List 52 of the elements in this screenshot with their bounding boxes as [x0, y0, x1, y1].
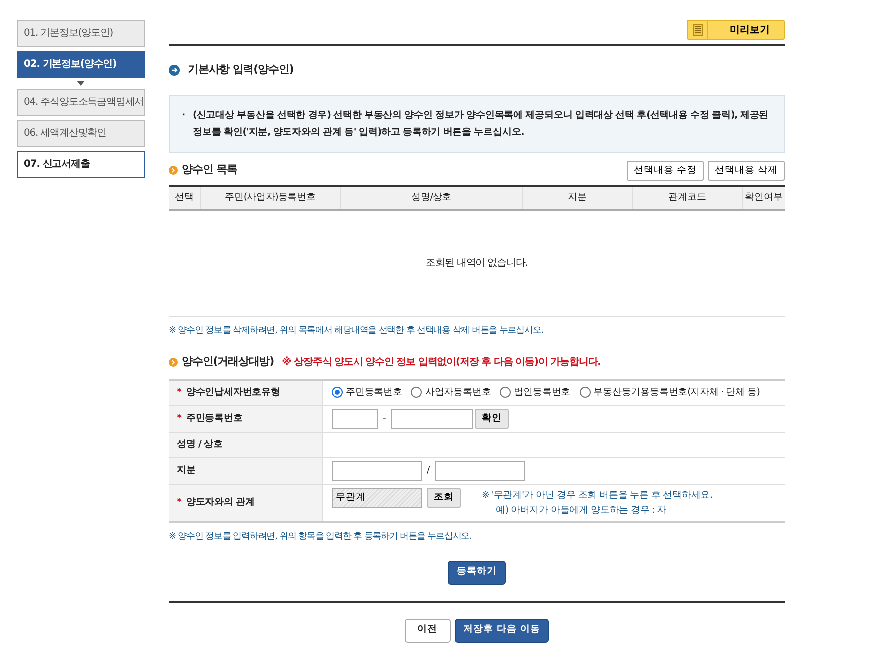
preview-button[interactable]: 미리보기 [687, 20, 785, 40]
field-label: 양도자와의 관계 [186, 496, 255, 510]
section-title: 양수인 목록 [182, 162, 238, 178]
field-label: 양수인납세자번호유형 [186, 386, 280, 400]
radio-option[interactable]: 법인등록번호 [500, 386, 571, 400]
required-mark: * [177, 412, 182, 426]
previous-button[interactable]: 이전 [404, 618, 451, 643]
column-header: 지분 [522, 186, 632, 209]
separator-text: / [427, 464, 430, 478]
step-item[interactable]: 07. 신고서제출 [17, 151, 145, 178]
column-header: 성명/상호 [340, 186, 522, 209]
required-mark: * [177, 386, 182, 400]
input-field[interactable] [332, 460, 422, 481]
step-item[interactable]: 02. 기본정보(양수인) [17, 51, 145, 78]
required-mark: * [177, 496, 182, 510]
chevron-circle-icon [169, 166, 178, 176]
column-header: 확인여부 [742, 186, 785, 209]
hint-text: 예) 아버지가 아들에게 양도하는 경우 : 자 [495, 504, 668, 518]
column-header: 주민(사업자)등록번호 [200, 186, 340, 209]
relation-field[interactable]: 무관계 [332, 488, 422, 508]
radio-option[interactable]: 부동산등기용등록번호(지자체 · 단체 등) [580, 386, 760, 400]
page-title: 기본사항 입력(양수인) [188, 62, 294, 78]
lookup-button[interactable]: 조회 [427, 488, 461, 508]
radio-option[interactable]: 사업자등록번호 [411, 386, 492, 400]
step-item[interactable]: 01. 기본정보(양도인) [17, 20, 145, 47]
chevron-circle-icon [169, 358, 178, 367]
section-title: 양수인(거래상대방) [182, 354, 274, 370]
list-action-button[interactable]: 선택내용 삭제 [708, 160, 785, 181]
input-field[interactable] [332, 408, 378, 429]
step-item[interactable]: 04. 주식양도소득금액명세서 [17, 89, 145, 116]
warning-text: ※ 상장주식 양도시 양수인 정보 입력없이(저장 후 다음 이동)이 가능합니다. [282, 356, 601, 370]
step-item[interactable]: 06. 세액계산및확인 [17, 120, 145, 147]
delete-note: ※ 양수인 정보를 삭제하려면, 위의 목록에서 해당내역을 선택한 후 선택내용 삭제 버튼을 누르십시오. [169, 324, 545, 338]
column-header: 선택 [174, 190, 195, 205]
field-label: 성명 / 상호 [177, 438, 223, 452]
save-next-button[interactable]: 저장후 다음 이동 [454, 618, 550, 643]
column-header: 관계코드 [632, 186, 742, 209]
notice-text: (신고대상 부동산을 선택한 경우) 선택한 부동산의 양수인 정보가 양수인목록에 제공되오니 입력대상 선택 후(선택내용 수정 클릭), 제공된 정보를 확인('지분, 양도자와의 관계 등' 입력)하고 등록하기 버튼을 누르십시오. [193, 108, 770, 140]
register-button[interactable]: 등록하기 [448, 560, 506, 585]
arrow-circle-icon [169, 64, 180, 76]
separator-text: - [383, 412, 386, 426]
field-label: 주민등록번호 [186, 412, 243, 426]
input-field[interactable] [434, 460, 525, 481]
radio-option[interactable]: 주민등록번호 [332, 386, 402, 400]
empty-message: 조회된 내역이 없습니다. [426, 256, 528, 271]
input-field[interactable] [390, 408, 473, 429]
list-action-button[interactable]: 선택내용 수정 [626, 160, 704, 181]
input-note: ※ 양수인 정보를 입력하려면, 위의 항목을 입력한 후 등록하기 버튼을 누르십시오. [169, 531, 473, 544]
bullet-icon: · [182, 106, 186, 141]
hint-text: ※ '무관계'가 아닌 경우 조회 버튼을 누른 후 선택하세요. [482, 488, 713, 503]
field-label: 지분 [177, 464, 196, 478]
confirm-button[interactable]: 확인 [474, 408, 509, 429]
